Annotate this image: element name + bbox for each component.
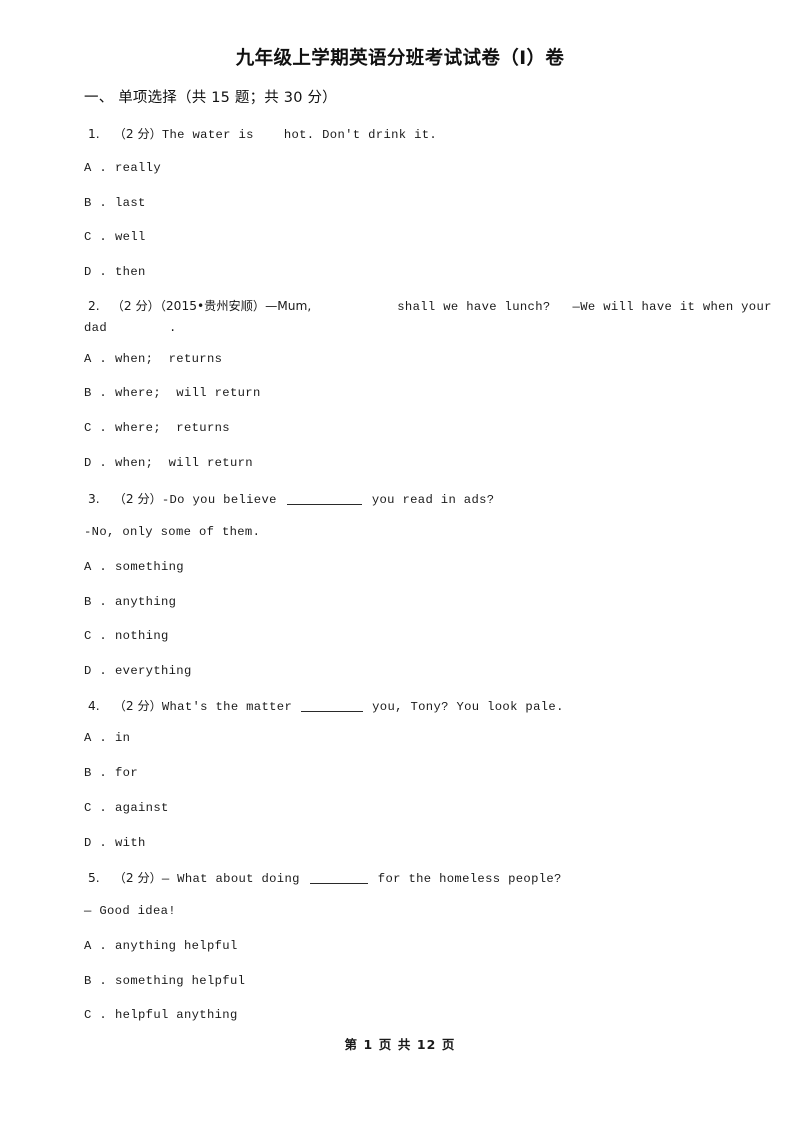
question-text-after: you read in ads? — [371, 493, 495, 507]
option-row[interactable]: A . really — [84, 161, 161, 175]
question-number: 3. — [88, 492, 100, 506]
option-text: everything — [115, 664, 192, 678]
option-text: nothing — [115, 629, 169, 643]
option-text: well — [115, 230, 146, 244]
option-label: A . — [84, 939, 107, 953]
option-row[interactable]: C . well — [84, 230, 146, 244]
option-label: A . — [84, 560, 107, 574]
option-label: D . — [84, 265, 107, 279]
option-row[interactable]: B . something helpful — [84, 974, 245, 988]
question-number: 5. — [88, 871, 100, 885]
option-text: really — [115, 161, 161, 175]
option-text: when; returns — [115, 352, 223, 366]
option-text: helpful anything — [115, 1008, 238, 1022]
question-stem: 2. （2 分）（2015•贵州安顺）—Mum, shall we have lun… — [88, 296, 771, 314]
question-stem: 3. （2 分）-Do you believe you read in ads? — [88, 489, 494, 507]
question-text-d: dad — [84, 321, 107, 335]
question-stem: 4. （2 分）What's the matter you, Tony? You l… — [88, 696, 564, 714]
option-text: against — [115, 801, 169, 815]
option-label: B . — [84, 595, 107, 609]
question-text-after: you, Tony? You look pale. — [372, 700, 564, 714]
option-text: then — [115, 265, 146, 279]
option-row[interactable]: C . where; returns — [84, 421, 230, 435]
option-row[interactable]: C . helpful anything — [84, 1008, 238, 1022]
question-number: 2. — [88, 299, 100, 313]
option-label: A . — [84, 731, 107, 745]
question-text-before: -Do you believe — [161, 493, 277, 507]
question-text-b: shall we have lunch? — [397, 300, 551, 314]
question-source: （2015•贵州安顺） — [159, 299, 266, 313]
option-row[interactable]: B . where; will return — [84, 386, 261, 400]
option-row[interactable]: D . with — [84, 836, 146, 850]
option-label: C . — [84, 629, 107, 643]
question-text-before: The water is — [161, 128, 254, 142]
question-stem-continued: -No, only some of them. — [84, 525, 261, 539]
page-footer: 第 1 页 共 12 页 — [344, 1037, 456, 1052]
question-score: （2 分） — [113, 492, 162, 506]
question-stem: 5. （2 分）— What about doing for the homeles… — [88, 868, 562, 886]
question-score: （2 分） — [113, 871, 162, 885]
option-row[interactable]: A . something — [84, 560, 184, 574]
question-stem: 1. （2 分）The water is hot. Don't drink it. — [88, 124, 437, 142]
option-text: last — [115, 196, 146, 210]
option-text: with — [115, 836, 146, 850]
option-row[interactable]: B . last — [84, 196, 146, 210]
option-label: B . — [84, 974, 107, 988]
option-label: C . — [84, 230, 107, 244]
question-text-before: What's the matter — [161, 700, 293, 714]
question-score: （2 分） — [113, 127, 162, 141]
question-score: （2 分） — [111, 299, 160, 313]
question-number: 1. — [88, 127, 100, 141]
option-text: when; will return — [115, 456, 253, 470]
question-text-c: —We will have it when your — [572, 300, 772, 314]
option-text: where; will return — [115, 386, 261, 400]
option-text: for — [115, 766, 138, 780]
option-text: in — [115, 731, 131, 745]
question-text-before: — What about doing — [161, 872, 300, 886]
option-row[interactable]: A . in — [84, 731, 130, 745]
option-row[interactable]: B . anything — [84, 595, 176, 609]
option-label: D . — [84, 836, 107, 850]
option-label: B . — [84, 196, 107, 210]
option-text: anything — [115, 595, 177, 609]
option-label: B . — [84, 766, 107, 780]
option-label: C . — [84, 421, 107, 435]
option-label: D . — [84, 664, 107, 678]
option-label: D . — [84, 456, 107, 470]
question-text-after: hot. Don't drink it. — [283, 128, 438, 142]
option-label: B . — [84, 386, 107, 400]
option-row[interactable]: C . against — [84, 801, 169, 815]
page-title: 九年级上学期英语分班考试试卷（I）卷 — [235, 48, 565, 69]
option-text: something helpful — [115, 974, 246, 988]
question-text-a: —Mum, — [265, 299, 312, 313]
answer-blank-underline — [286, 493, 362, 505]
question-text-e: . — [169, 321, 177, 335]
option-row[interactable]: D . everything — [84, 664, 192, 678]
question-stem-continued: — Good idea! — [84, 904, 176, 918]
question-text-after: for the homeless people? — [377, 872, 562, 886]
option-row[interactable]: B . for — [84, 766, 138, 780]
section-heading: 一、 单项选择（共 15 题；共 30 分） — [84, 90, 337, 106]
option-row[interactable]: D . when; will return — [84, 456, 253, 470]
option-label: C . — [84, 801, 107, 815]
option-label: A . — [84, 352, 107, 366]
option-row[interactable]: D . then — [84, 265, 146, 279]
exam-page: 九年级上学期英语分班考试试卷（I）卷 一、 单项选择（共 15 题；共 30 分… — [0, 0, 800, 1132]
answer-blank-underline — [309, 872, 368, 884]
question-number: 4. — [88, 699, 100, 713]
option-text: anything helpful — [115, 939, 238, 953]
option-text: something — [115, 560, 184, 574]
question-score: （2 分） — [113, 699, 162, 713]
option-row[interactable]: A . when; returns — [84, 352, 222, 366]
option-label: C . — [84, 1008, 107, 1022]
option-row[interactable]: A . anything helpful — [84, 939, 238, 953]
question-stem-continued: dad. — [84, 321, 177, 335]
option-row[interactable]: C . nothing — [84, 629, 169, 643]
option-text: where; returns — [115, 421, 230, 435]
option-label: A . — [84, 161, 107, 175]
answer-blank-underline — [301, 700, 364, 712]
